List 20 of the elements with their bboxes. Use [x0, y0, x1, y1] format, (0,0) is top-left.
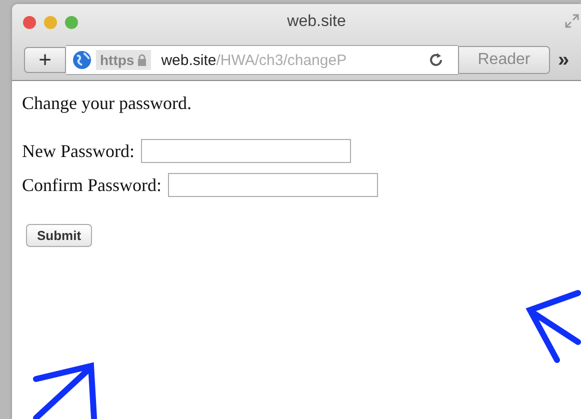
- new-tab-button[interactable]: +: [24, 47, 66, 73]
- zoom-button[interactable]: [65, 16, 78, 28]
- scheme-label: https: [100, 52, 134, 68]
- window-title: web.site: [286, 13, 346, 31]
- overflow-button[interactable]: »: [558, 48, 570, 72]
- field-label: New Password:: [22, 140, 134, 162]
- url-text: web.site/HWA/ch3/changeP: [161, 52, 348, 68]
- lock-icon: [137, 54, 148, 66]
- reload-icon[interactable]: [428, 52, 444, 68]
- minimize-button[interactable]: [44, 16, 57, 28]
- address-bar[interactable]: https web.site/HWA/ch3/changeP: [66, 45, 458, 75]
- close-button[interactable]: [23, 16, 36, 28]
- password-field[interactable]: [140, 139, 350, 163]
- password-field[interactable]: [168, 173, 378, 197]
- submit-button[interactable]: Submit: [26, 224, 92, 247]
- fullscreen-icon[interactable]: [565, 14, 579, 28]
- arrow-drawing: [33, 362, 97, 419]
- page-heading: Change your password.: [22, 93, 192, 114]
- field-label: Confirm Password:: [22, 174, 162, 196]
- globe-icon: [72, 50, 92, 70]
